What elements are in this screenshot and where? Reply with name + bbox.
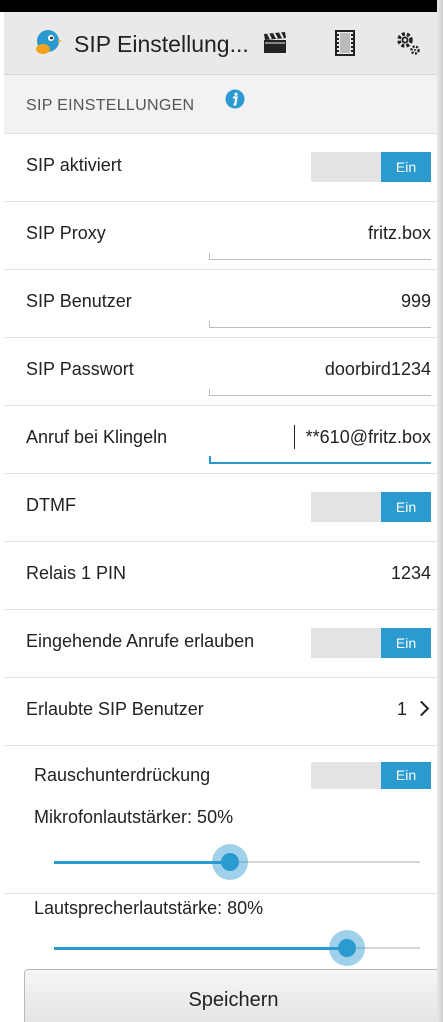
dtmf-toggle[interactable]: Ein (311, 492, 431, 522)
allowed-users-label: Erlaubte SIP Benutzer (26, 699, 204, 719)
clapperboard-icon[interactable] (260, 28, 290, 58)
text-cursor (294, 425, 295, 449)
noise-suppression-row: Rauschunterdrückung Ein (4, 746, 437, 807)
toggle-on-label: Ein (381, 152, 431, 182)
speaker-volume-thumb[interactable] (337, 939, 356, 957)
film-strip-icon[interactable] (330, 28, 360, 58)
allowed-users-count: 1 (396, 699, 407, 719)
speaker-volume-block: Lautsprecherlautstärke: 80% (4, 894, 437, 969)
settings-gears-icon[interactable] (393, 28, 423, 58)
field-underline (209, 389, 431, 396)
ring-call-row: Anruf bei Klingeln **610@fritz.box (4, 406, 437, 474)
mic-volume-block: Mikrofonlautstärker: 50% (4, 807, 437, 894)
incoming-calls-label: Eingehende Anrufe erlauben (26, 631, 255, 651)
field-underline (209, 321, 431, 328)
sip-active-label: SIP aktiviert (26, 155, 122, 175)
sip-user-field[interactable]: 999 (401, 291, 431, 312)
relay-pin-field[interactable]: 1234 (391, 563, 431, 584)
speaker-volume-slider[interactable] (54, 947, 420, 950)
sip-password-field[interactable]: doorbird1234 (325, 359, 431, 380)
incoming-calls-toggle[interactable]: Ein (311, 628, 431, 658)
sip-user-label: SIP Benutzer (26, 291, 132, 311)
noise-suppression-label: Rauschunterdrückung (34, 765, 211, 785)
field-underline (209, 253, 431, 260)
status-bar (0, 0, 443, 12)
sip-proxy-label: SIP Proxy (26, 223, 106, 243)
incoming-calls-row: Eingehende Anrufe erlauben Ein (4, 610, 437, 678)
app-title: SIP Einstellung... (74, 31, 249, 57)
slider-fill (54, 947, 347, 950)
sip-proxy-field[interactable]: fritz.box (368, 223, 431, 244)
mic-volume-label: Mikrofonlautstärker: 50% (34, 807, 234, 827)
toggle-on-label: Ein (381, 628, 431, 658)
save-button[interactable]: Speichern (24, 969, 443, 1022)
field-underline-active (209, 456, 431, 464)
dtmf-row: DTMF Ein (4, 474, 437, 542)
sip-password-label: SIP Passwort (26, 359, 134, 379)
relay-pin-label: Relais 1 PIN (26, 563, 127, 583)
section-header: SIP EINSTELLUNGEN (4, 75, 437, 134)
sip-proxy-row: SIP Proxy fritz.box (4, 202, 437, 270)
sip-active-toggle[interactable]: Ein (311, 152, 431, 182)
app-bar: SIP Einstellung... (4, 12, 437, 75)
noise-suppression-toggle[interactable]: Ein (311, 762, 431, 789)
frame-edge-shadow (437, 0, 443, 1022)
chevron-right-icon (413, 700, 430, 717)
sip-password-row: SIP Passwort doorbird1234 (4, 338, 437, 406)
doorbird-logo-icon[interactable] (32, 27, 62, 57)
mic-volume-thumb[interactable] (220, 853, 239, 871)
allowed-users-row[interactable]: Erlaubte SIP Benutzer 1 (4, 678, 437, 746)
ring-call-label: Anruf bei Klingeln (26, 427, 168, 447)
slider-fill (54, 861, 230, 864)
relay-pin-row: Relais 1 PIN 1234 (4, 542, 437, 610)
sip-settings-screen: SIP Einstellung... SIP EINSTELLUNGEN SIP… (0, 0, 443, 1022)
section-title: SIP EINSTELLUNGEN (26, 97, 195, 114)
speaker-volume-label: Lautsprecherlautstärke: 80% (34, 898, 264, 918)
info-icon[interactable] (225, 89, 245, 109)
ring-call-field[interactable]: **610@fritz.box (306, 427, 431, 448)
toggle-on-label: Ein (381, 492, 431, 522)
dtmf-label: DTMF (26, 495, 76, 515)
toggle-on-label: Ein (381, 762, 431, 789)
sip-user-row: SIP Benutzer 999 (4, 270, 437, 338)
sip-active-row: SIP aktiviert Ein (4, 134, 437, 202)
